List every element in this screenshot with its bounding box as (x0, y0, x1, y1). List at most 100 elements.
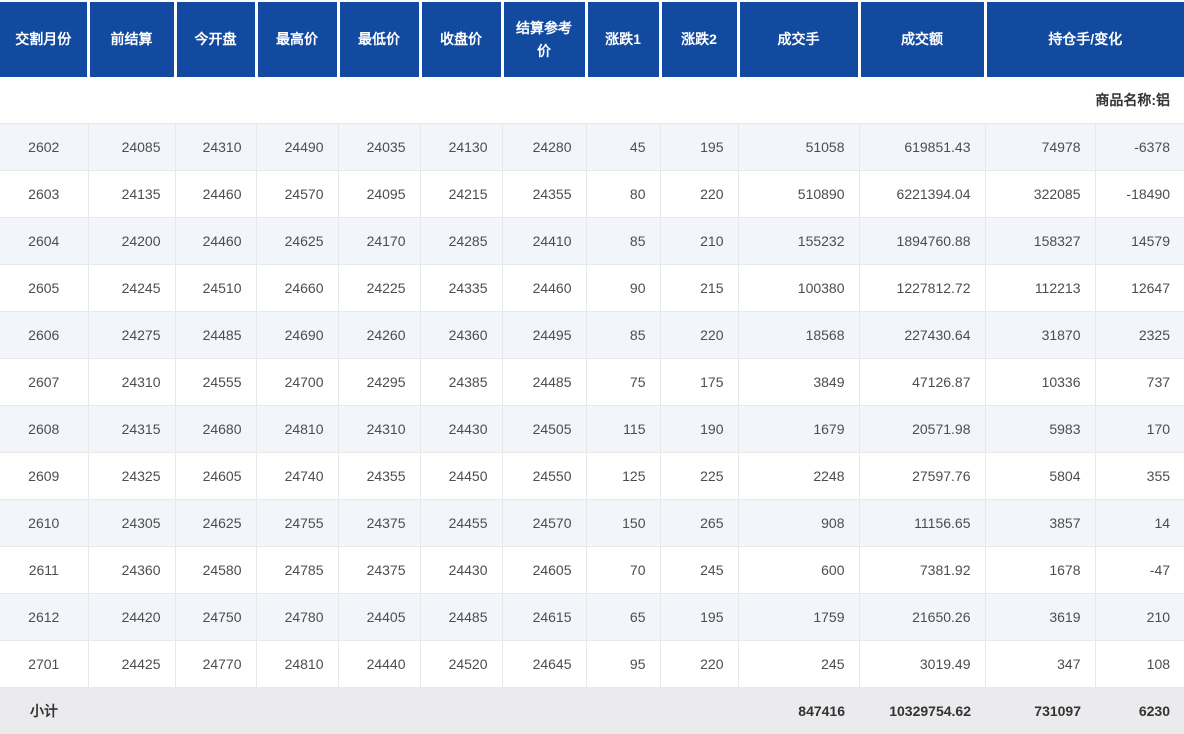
cell-value: 47126.87 (859, 359, 985, 406)
cell-value: 24035 (338, 124, 420, 171)
cell-value: 158327 (985, 218, 1095, 265)
cell-delivery-month: 2608 (0, 406, 88, 453)
cell-value: 24625 (175, 500, 256, 547)
cell-value: 18568 (738, 312, 859, 359)
table-body: 商品名称:铝 260224085243102449024035241302428… (0, 77, 1184, 688)
cell-value: 24550 (502, 453, 586, 500)
cell-value: 210 (660, 218, 738, 265)
table-row: 2612244202475024780244052448524615651951… (0, 594, 1184, 641)
cell-value: 10336 (985, 359, 1095, 406)
cell-value: 24310 (88, 359, 175, 406)
cell-value: 112213 (985, 265, 1095, 312)
cell-value: 24275 (88, 312, 175, 359)
cell-value: 45 (586, 124, 660, 171)
cell-value: 1227812.72 (859, 265, 985, 312)
col-header-delivery-month: 交割月份 (0, 1, 88, 77)
cell-value: 24360 (420, 312, 502, 359)
cell-value: 75 (586, 359, 660, 406)
cell-value: 24485 (502, 359, 586, 406)
cell-value: 108 (1095, 641, 1184, 688)
cell-value: 1894760.88 (859, 218, 985, 265)
cell-value: 24405 (338, 594, 420, 641)
subtotal-row: 小计 847416 10329754.62 731097 6230 (0, 688, 1184, 734)
cell-delivery-month: 2612 (0, 594, 88, 641)
cell-value: 80 (586, 171, 660, 218)
cell-value: 24245 (88, 265, 175, 312)
commodity-name-label: 商品名称:铝 (0, 77, 1184, 124)
cell-value: 24785 (256, 547, 338, 594)
cell-value: 24495 (502, 312, 586, 359)
cell-value: 220 (660, 312, 738, 359)
cell-value: 21650.26 (859, 594, 985, 641)
cell-value: 95 (586, 641, 660, 688)
table-row: 2611243602458024785243752443024605702456… (0, 547, 1184, 594)
cell-value: 85 (586, 312, 660, 359)
cell-value: 24570 (256, 171, 338, 218)
col-header-high: 最高价 (256, 1, 338, 77)
cell-value: 24625 (256, 218, 338, 265)
cell-value: 24520 (420, 641, 502, 688)
cell-value: 24460 (175, 218, 256, 265)
cell-delivery-month: 2605 (0, 265, 88, 312)
cell-value: 12647 (1095, 265, 1184, 312)
cell-value: 265 (660, 500, 738, 547)
cell-value: 24780 (256, 594, 338, 641)
cell-value: 24555 (175, 359, 256, 406)
cell-value: -18490 (1095, 171, 1184, 218)
cell-value: 24755 (256, 500, 338, 547)
cell-value: 24375 (338, 500, 420, 547)
cell-value: 24385 (420, 359, 502, 406)
cell-value: 24605 (502, 547, 586, 594)
cell-value: 31870 (985, 312, 1095, 359)
cell-delivery-month: 2607 (0, 359, 88, 406)
cell-value: 24200 (88, 218, 175, 265)
cell-value: 24420 (88, 594, 175, 641)
cell-value: 215 (660, 265, 738, 312)
cell-value: 24305 (88, 500, 175, 547)
cell-delivery-month: 2701 (0, 641, 88, 688)
cell-value: 1759 (738, 594, 859, 641)
cell-value: 24810 (256, 641, 338, 688)
cell-value: 5983 (985, 406, 1095, 453)
cell-value: 24225 (338, 265, 420, 312)
cell-value: 24485 (420, 594, 502, 641)
cell-value: 24510 (175, 265, 256, 312)
cell-value: 6221394.04 (859, 171, 985, 218)
cell-value: 24750 (175, 594, 256, 641)
cell-value: 24310 (175, 124, 256, 171)
col-header-open: 今开盘 (175, 1, 256, 77)
cell-value: 14 (1095, 500, 1184, 547)
cell-value: 115 (586, 406, 660, 453)
cell-value: 1678 (985, 547, 1095, 594)
cell-value: 2248 (738, 453, 859, 500)
cell-value: 3019.49 (859, 641, 985, 688)
cell-value: 3849 (738, 359, 859, 406)
cell-value: 2325 (1095, 312, 1184, 359)
cell-value: 24170 (338, 218, 420, 265)
cell-value: 170 (1095, 406, 1184, 453)
commodity-group-row: 商品名称:铝 (0, 77, 1184, 124)
cell-value: 24460 (175, 171, 256, 218)
cell-value: 24295 (338, 359, 420, 406)
col-header-turnover: 成交额 (859, 1, 985, 77)
cell-value: 24360 (88, 547, 175, 594)
cell-value: 51058 (738, 124, 859, 171)
cell-delivery-month: 2611 (0, 547, 88, 594)
cell-delivery-month: 2602 (0, 124, 88, 171)
cell-value: 24085 (88, 124, 175, 171)
cell-value: 85 (586, 218, 660, 265)
cell-value: 24660 (256, 265, 338, 312)
cell-value: 24425 (88, 641, 175, 688)
cell-delivery-month: 2609 (0, 453, 88, 500)
cell-value: 24135 (88, 171, 175, 218)
cell-value: 190 (660, 406, 738, 453)
cell-value: 24430 (420, 547, 502, 594)
col-header-low: 最低价 (338, 1, 420, 77)
cell-value: 220 (660, 171, 738, 218)
col-header-change2: 涨跌2 (660, 1, 738, 77)
subtotal-label: 小计 (0, 688, 88, 734)
cell-value: 24455 (420, 500, 502, 547)
cell-value: 908 (738, 500, 859, 547)
cell-value: 245 (660, 547, 738, 594)
cell-value: 24440 (338, 641, 420, 688)
